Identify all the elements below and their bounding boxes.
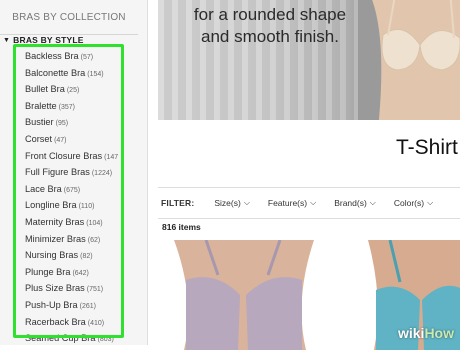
size-filter-dropdown[interactable]: Size(s) ⌵ — [214, 198, 250, 208]
collection-heading-label: BRAS BY COLLECTION — [12, 11, 126, 23]
style-item-count: (82) — [80, 253, 93, 261]
style-item-label: Racerback Bra — [25, 316, 86, 327]
style-item-label: Backless Bra — [25, 51, 79, 61]
filter-label: FILTER: — [161, 198, 195, 208]
chevron-down-icon: ⌵ — [310, 198, 317, 207]
style-item-label: Front Closure Bras — [25, 150, 103, 161]
style-item-plunge[interactable]: Plunge Bra (642) — [25, 264, 118, 281]
product-card-image[interactable] — [166, 240, 320, 350]
size-filter-label: Size(s) — [214, 198, 241, 208]
caret-down-icon: ▼ — [3, 36, 11, 44]
style-item-plus-size[interactable]: Plus Size Bras (751) — [25, 280, 118, 297]
color-filter-label: Color(s) — [393, 198, 425, 208]
style-item-label: Seamed Cup Bra — [25, 333, 96, 344]
style-item-label: Longline Bra — [25, 200, 77, 211]
style-item-label: Nursing Bras — [25, 250, 79, 261]
style-item-balconette[interactable]: Balconette Bra (154) — [25, 65, 118, 82]
style-item-label: Maternity Bras — [25, 216, 85, 227]
style-item-bullet[interactable]: Bullet Bra (25) — [25, 81, 118, 98]
style-item-label: Minimizer Bras — [25, 233, 86, 244]
style-item-count: (62) — [87, 236, 101, 244]
style-item-lace[interactable]: Lace Bra (675) — [25, 181, 118, 198]
style-item-full-figure[interactable]: Full Figure Bras (1224) — [25, 164, 118, 181]
style-item-count: (803) — [97, 336, 114, 344]
filter-sidebar: BRAS BY COLLECTION ▼ BRAS BY STYLE Backl… — [0, 0, 148, 345]
style-item-label: Plunge Bra — [25, 266, 71, 277]
style-item-label: Bullet Bra — [25, 84, 65, 95]
style-item-count: (642) — [72, 269, 89, 277]
style-item-push-up[interactable]: Push-Up Bra (261) — [25, 297, 118, 314]
style-item-count: (57) — [80, 54, 94, 61]
watermark-wiki: wiki — [397, 325, 425, 341]
style-item-bustier[interactable]: Bustier (95) — [25, 114, 118, 131]
wikihow-watermark: wikiHow — [398, 325, 454, 341]
banner-text: for a rounded shape and smooth finish. — [190, 4, 350, 48]
feature-filter-dropdown[interactable]: Feature(s) ⌵ — [268, 198, 316, 208]
style-item-nursing[interactable]: Nursing Bras (82) — [25, 247, 118, 264]
style-item-label: Full Figure Bras — [25, 167, 90, 178]
chevron-down-icon: ⌵ — [369, 198, 376, 207]
model-image — [358, 0, 460, 120]
style-item-count: (1224) — [91, 170, 113, 178]
style-item-corset[interactable]: Corset (47) — [25, 131, 118, 148]
style-item-racerback[interactable]: Racerback Bra (410) — [25, 314, 118, 331]
filter-bar: FILTER: Size(s) ⌵ Feature(s) ⌵ Brand(s) … — [158, 187, 460, 219]
style-item-label: Plus Size Bras — [25, 283, 85, 294]
style-list: Backless Bra (57) Balconette Bra (154) Bul… — [25, 48, 118, 347]
items-count: 816 items — [162, 222, 201, 232]
style-item-count: (110) — [78, 203, 95, 211]
style-item-count: (154) — [87, 70, 104, 78]
brand-filter-dropdown[interactable]: Brand(s) ⌵ — [334, 198, 376, 208]
style-item-count: (410) — [87, 319, 105, 327]
watermark-how: How — [424, 325, 454, 341]
style-item-count: (751) — [86, 286, 104, 294]
promo-banner[interactable]: for a rounded shape and smooth finish. — [158, 0, 460, 120]
style-heading[interactable]: ▼ BRAS BY STYLE — [3, 33, 84, 47]
style-item-count: (104) — [86, 219, 103, 227]
style-item-count: (95) — [55, 120, 69, 128]
style-heading-label: BRAS BY STYLE — [13, 35, 84, 45]
banner-line-2: and smooth finish. — [201, 27, 339, 46]
style-item-count: (357) — [58, 103, 76, 111]
product-photo-lavender-bra — [166, 240, 320, 350]
style-item-count: (147 — [104, 153, 119, 161]
style-item-label: Balconette Bra — [25, 67, 86, 78]
style-item-longline[interactable]: Longline Bra (110) — [25, 197, 118, 214]
style-item-count: (261) — [79, 302, 96, 310]
style-item-seamed-cup[interactable]: Seamed Cup Bra (803) — [25, 330, 118, 347]
style-item-front-closure[interactable]: Front Closure Bras (147 — [25, 148, 118, 165]
chevron-down-icon: ⌵ — [243, 198, 250, 207]
style-item-label: Corset — [25, 133, 53, 144]
feature-filter-label: Feature(s) — [267, 198, 308, 208]
style-item-maternity[interactable]: Maternity Bras (104) — [25, 214, 118, 231]
banner-line-1: for a rounded shape — [193, 5, 347, 24]
chevron-down-icon: ⌵ — [427, 198, 434, 207]
style-item-bralette[interactable]: Bralette (357) — [25, 98, 118, 115]
style-item-count: (25) — [66, 87, 80, 95]
main-content: for a rounded shape and smooth finish. T… — [148, 0, 460, 350]
style-item-count: (675) — [63, 186, 81, 194]
style-item-count: (47) — [54, 136, 67, 144]
style-item-label: Lace Bra — [25, 183, 62, 194]
style-item-label: Bralette — [25, 100, 57, 111]
style-item-backless[interactable]: Backless Bra (57) — [25, 48, 118, 65]
brand-filter-label: Brand(s) — [334, 198, 367, 208]
collection-heading[interactable]: BRAS BY COLLECTION — [0, 0, 138, 35]
page-title: T-Shirt — [396, 136, 458, 159]
style-item-label: Bustier — [25, 117, 54, 128]
style-item-minimizer[interactable]: Minimizer Bras (62) — [25, 231, 118, 248]
color-filter-dropdown[interactable]: Color(s) ⌵ — [394, 198, 433, 208]
style-item-label: Push-Up Bra — [25, 299, 78, 310]
